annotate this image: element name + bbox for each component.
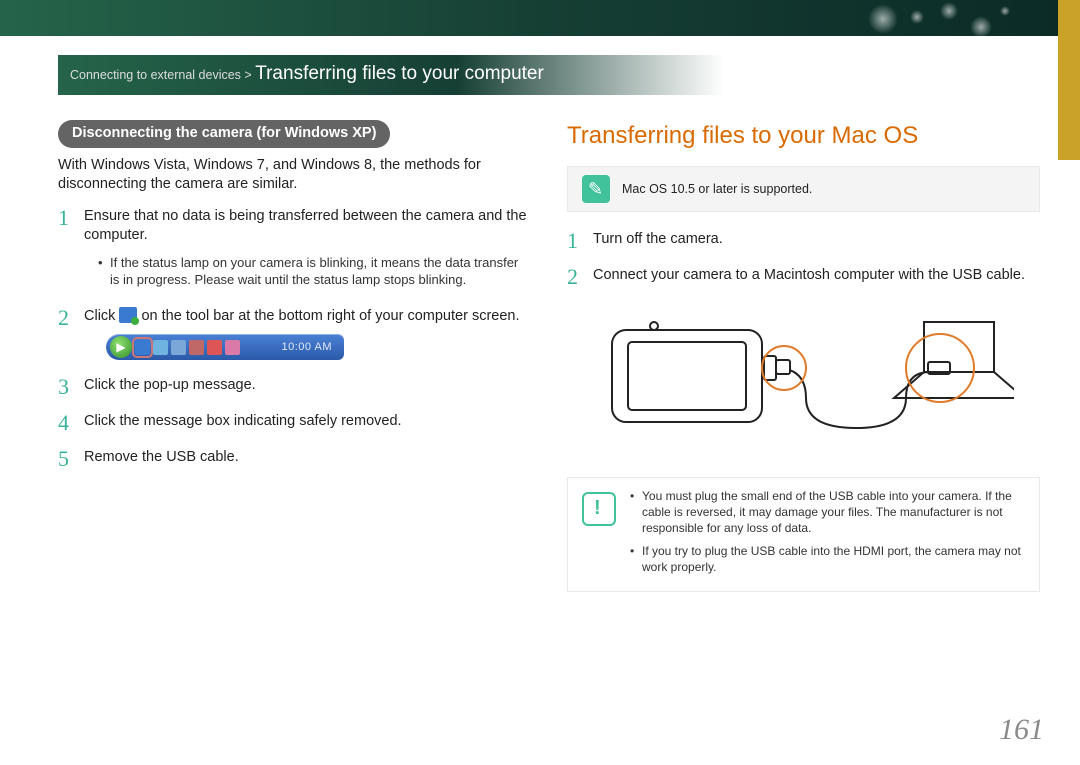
warning-item: You must plug the small end of the USB c…: [630, 488, 1025, 537]
step: 1 Turn off the camera.: [567, 230, 1040, 252]
page-number: 161: [999, 713, 1044, 747]
bokeh-icon: [1000, 6, 1010, 16]
bokeh-icon: [970, 16, 992, 38]
warning-icon: [582, 492, 616, 526]
step-number: 2: [567, 266, 581, 288]
content-columns: Disconnecting the camera (for Windows XP…: [58, 120, 1040, 715]
left-steps: 1 Ensure that no data is being transferr…: [58, 207, 531, 471]
note-box: Mac OS 10.5 or later is supported.: [567, 166, 1040, 212]
step-number: 1: [567, 230, 581, 252]
tray-icon: [171, 340, 186, 355]
tray-icon: [153, 340, 168, 355]
taskbar-clock: 10:00 AM: [282, 340, 340, 355]
intro-text: With Windows Vista, Windows 7, and Windo…: [58, 156, 531, 195]
step: 2 Click on the tool bar at the bottom ri…: [58, 307, 531, 363]
step-number: 3: [58, 376, 72, 398]
subsection-pill: Disconnecting the camera (for Windows XP…: [58, 120, 390, 148]
tray-icon: [225, 340, 240, 355]
sub-item: If the status lamp on your camera is bli…: [98, 254, 531, 289]
bokeh-icon: [868, 4, 898, 34]
start-button-icon: ▶: [110, 336, 132, 358]
step-number: 5: [58, 448, 72, 470]
step-text-post: on the tool bar at the bottom right of y…: [141, 308, 519, 324]
step-text: Ensure that no data is being transferred…: [84, 208, 527, 244]
step-number: 2: [58, 307, 72, 363]
taskbar-graphic: ▶ 10:00 AM: [106, 334, 344, 360]
step-sub: If the status lamp on your camera is bli…: [98, 254, 531, 289]
step: 4 Click the message box indicating safel…: [58, 412, 531, 434]
tray-icon: [189, 340, 204, 355]
step: 5 Remove the USB cable.: [58, 448, 531, 470]
step: 2 Connect your camera to a Macintosh com…: [567, 266, 1040, 288]
step-text: Click the pop-up message.: [84, 377, 256, 393]
right-column: Transferring files to your Mac OS Mac OS…: [567, 120, 1040, 715]
step-text: Click the message box indicating safely …: [84, 413, 402, 429]
warning-item: If you try to plug the USB cable into th…: [630, 543, 1025, 575]
safely-remove-icon: [119, 307, 137, 323]
manual-page: Connecting to external devices > Transfe…: [0, 0, 1080, 765]
note-icon: [582, 175, 610, 203]
step-number: 1: [58, 207, 72, 293]
step-text-pre: Click: [84, 308, 119, 324]
warning-list: You must plug the small end of the USB c…: [630, 488, 1025, 581]
connection-diagram: [594, 302, 1014, 459]
right-steps: 1 Turn off the camera. 2 Connect your ca…: [567, 230, 1040, 288]
step-text: Turn off the camera.: [593, 231, 723, 247]
bokeh-icon: [910, 10, 924, 24]
step: 1 Ensure that no data is being transferr…: [58, 207, 531, 293]
header-band: [0, 0, 1080, 36]
breadcrumb: Connecting to external devices > Transfe…: [58, 55, 724, 95]
note-text: Mac OS 10.5 or later is supported.: [622, 181, 812, 198]
breadcrumb-section: Connecting to external devices >: [70, 68, 252, 82]
breadcrumb-title: Transferring files to your computer: [255, 63, 544, 84]
step-text: Connect your camera to a Macintosh compu…: [593, 267, 1025, 283]
bokeh-icon: [940, 2, 958, 20]
tray-volume-icon: [207, 340, 222, 355]
tray-safely-remove-icon: [135, 340, 150, 355]
section-tab: [1058, 0, 1080, 160]
step-text: Remove the USB cable.: [84, 449, 239, 465]
section-heading: Transferring files to your Mac OS: [567, 120, 1040, 152]
step-number: 4: [58, 412, 72, 434]
camera-icon: [612, 322, 776, 422]
step: 3 Click the pop-up message.: [58, 376, 531, 398]
left-column: Disconnecting the camera (for Windows XP…: [58, 120, 531, 715]
warning-box: You must plug the small end of the USB c…: [567, 477, 1040, 592]
